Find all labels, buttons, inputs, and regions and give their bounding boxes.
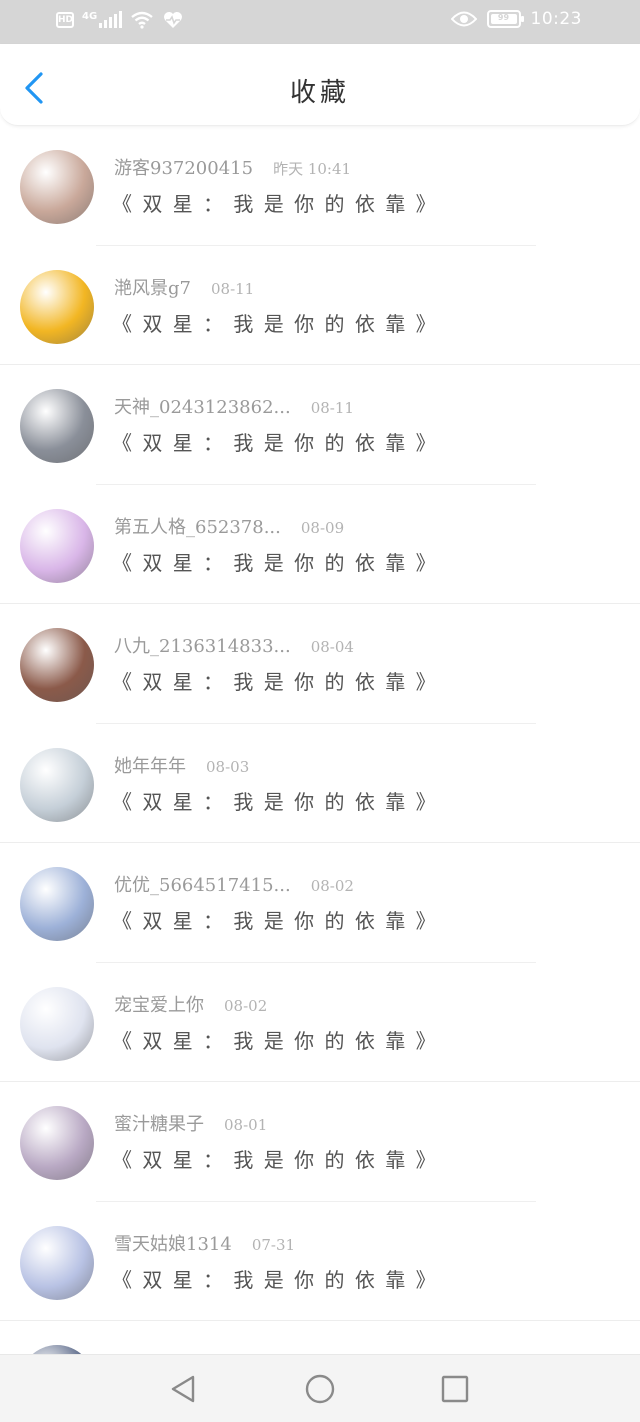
favorite-title: 《 双 星 ： 我 是 你 的 依 靠 》 [112,670,438,694]
battery-icon: 99 [486,10,524,28]
item-meta: 蜜汁糖果子 08-01 [114,1110,267,1136]
username[interactable]: 宠宝爱上你 [114,991,204,1017]
list-item[interactable]: 八九_2136314833... 08-04 《 双 星 ： 我 是 你 的 依 靠… [0,604,640,724]
timestamp: 08-11 [310,399,354,417]
timestamp: 08-02 [310,877,354,895]
nav-home-button[interactable] [303,1372,337,1406]
eye-icon [450,11,477,27]
timestamp: 08-03 [206,757,250,776]
avatar[interactable] [20,389,94,463]
list-item[interactable]: 她年年年 08-03 《 双 星 ： 我 是 你 的 依 靠 》 [0,724,640,843]
favorite-title: 《 双 星 ： 我 是 你 的 依 靠 》 [112,431,438,455]
battery-percent: 99 [497,13,510,22]
favorite-title: 《 双 星 ： 我 是 你 的 依 靠 》 [112,789,438,814]
favorite-title: 《 双 星 ： 我 是 你 的 依 靠 》 [112,909,438,933]
wifi-icon [131,11,153,29]
username[interactable]: 游客937200415 [114,154,253,180]
favorite-title: 《 双 星 ： 我 是 你 的 依 靠 》 [112,192,438,216]
heart-pulse-icon [164,12,183,28]
item-meta: 滟风景g7 08-11 [114,274,254,300]
avatar[interactable] [20,1225,94,1300]
username[interactable]: 蜜汁糖果子 [114,1110,204,1136]
status-bar: HD 4G 99 10:23 [0,0,640,44]
item-meta: 优优_5664517415... 08-02 [114,871,354,897]
username[interactable]: 八九_2136314833... [114,632,291,658]
list-item[interactable]: 宠宝爱上你 08-02 《 双 星 ： 我 是 你 的 依 靠 》 [0,963,640,1082]
item-meta: 游客937200415 昨天 10:41 [114,154,351,180]
timestamp: 07-31 [251,1235,296,1254]
list-item[interactable]: 第五人格_652378... 08-09 《 双 星 ： 我 是 你 的 依 靠 》 [0,485,640,604]
app-header: 收藏 [0,44,640,126]
timestamp: 08-01 [224,1116,268,1134]
clock: 10:23 [530,9,582,29]
nav-recents-button[interactable] [438,1372,472,1406]
list-item[interactable]: 优优_5664517415... 08-02 《 双 星 ： 我 是 你 的 依 靠… [0,843,640,963]
avatar[interactable] [20,1106,94,1180]
item-meta: 她年年年 08-03 [114,752,249,778]
avatar[interactable] [20,508,94,583]
list-item[interactable] [0,1321,640,1354]
hd-icon: HD [56,12,74,28]
list-item[interactable]: 游客937200415 昨天 10:41 《 双 星 ： 我 是 你 的 依 靠 》 [0,126,640,246]
list-item[interactable]: 蜜汁糖果子 08-01 《 双 星 ： 我 是 你 的 依 靠 》 [0,1082,640,1202]
avatar[interactable] [20,747,94,822]
system-nav-bar [0,1354,640,1422]
avatar[interactable] [20,986,94,1061]
item-meta: 第五人格_652378... 08-09 [114,513,344,539]
status-right: 99 10:23 [450,9,583,29]
status-left: HD 4G [56,10,184,30]
avatar[interactable] [20,867,94,941]
list-item[interactable]: 雪天姑娘1314 07-31 《 双 星 ： 我 是 你 的 依 靠 》 [0,1202,640,1321]
item-meta: 雪天姑娘1314 07-31 [114,1230,295,1256]
item-meta: 宠宝爱上你 08-02 [114,991,267,1017]
square-recents-icon [441,1375,469,1403]
timestamp: 昨天 10:41 [273,160,352,178]
username[interactable]: 优优_5664517415... [114,871,291,897]
timestamp: 08-02 [224,996,268,1015]
username[interactable]: 她年年年 [114,752,186,778]
favorite-title: 《 双 星 ： 我 是 你 的 依 靠 》 [112,311,438,336]
favorite-title: 《 双 星 ： 我 是 你 的 依 靠 》 [112,1148,438,1172]
triangle-back-icon [171,1375,195,1403]
username[interactable]: 天神_0243123862... [114,393,291,419]
nav-back-button[interactable] [166,1372,200,1406]
signal-icon [99,11,123,28]
favorites-list[interactable]: 游客937200415 昨天 10:41 《 双 星 ： 我 是 你 的 依 靠 》… [0,126,640,1354]
timestamp: 08-11 [210,279,255,298]
page-title: 收藏 [289,78,350,108]
username[interactable]: 第五人格_652378... [114,513,281,539]
avatar[interactable] [20,1345,94,1354]
avatar[interactable] [20,150,94,224]
timestamp: 08-04 [310,638,354,656]
favorite-title: 《 双 星 ： 我 是 你 的 依 靠 》 [112,1028,438,1053]
avatar[interactable] [20,269,94,344]
avatar[interactable] [20,628,94,702]
username[interactable]: 雪天姑娘1314 [114,1230,232,1256]
circle-home-icon [305,1374,335,1404]
list-item[interactable]: 滟风景g7 08-11 《 双 星 ： 我 是 你 的 依 靠 》 [0,246,640,365]
network-type: 4G [82,10,98,22]
item-meta: 八九_2136314833... 08-04 [114,632,354,658]
list-item[interactable]: 天神_0243123862... 08-11 《 双 星 ： 我 是 你 的 依 靠… [0,365,640,485]
favorite-title: 《 双 星 ： 我 是 你 的 依 靠 》 [112,1267,438,1292]
favorite-title: 《 双 星 ： 我 是 你 的 依 靠 》 [112,550,438,575]
item-meta: 天神_0243123862... 08-11 [114,393,354,419]
username[interactable]: 滟风景g7 [114,274,191,300]
timestamp: 08-09 [300,518,345,537]
